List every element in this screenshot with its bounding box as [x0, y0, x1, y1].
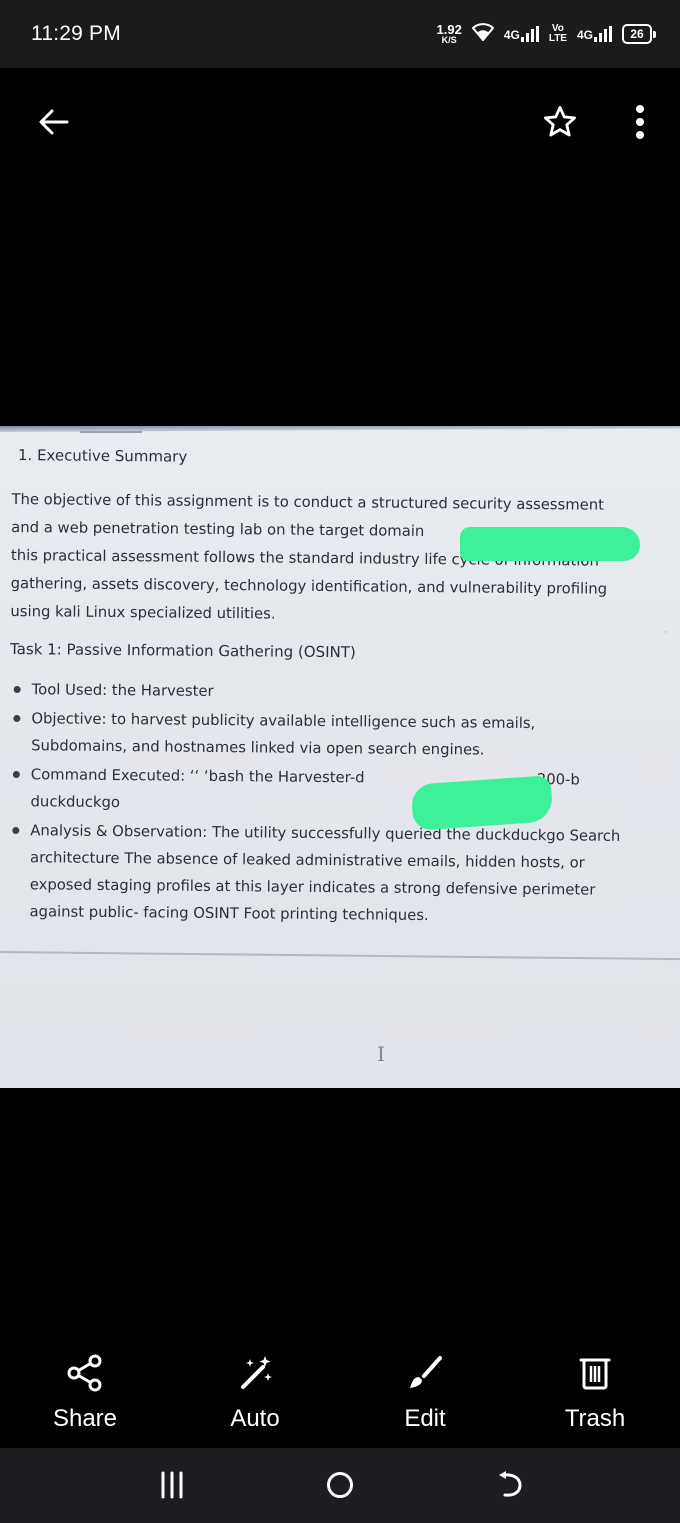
list-item: Tool Used: the Harvester — [10, 676, 660, 709]
status-icons: 1.92 K/S 4G Vo LTE 4G 26 — [437, 18, 656, 50]
volte-indicator: Vo LTE — [549, 24, 567, 44]
share-label: Share — [52, 1405, 118, 1432]
nav-back-button[interactable] — [480, 1462, 540, 1508]
back-button[interactable] — [30, 98, 78, 146]
status-time: 11:29 PM — [31, 22, 121, 45]
favorite-button[interactable] — [536, 98, 584, 146]
signal-bars-icon — [520, 26, 539, 42]
share-icon — [67, 1354, 102, 1392]
bullet-line: Command Executed: ‘‘ ‘bash the Harvester… — [30, 766, 365, 787]
status-bar: 11:29 PM 1.92 K/S 4G Vo LTE 4G 26 — [0, 0, 680, 68]
magic-wand-icon — [241, 1356, 272, 1389]
arrow-left-icon — [39, 109, 69, 135]
nav-back-icon — [499, 1471, 522, 1497]
edit-button[interactable]: Edit — [355, 1345, 495, 1433]
bullet-line: Tool Used: the Harvester — [31, 681, 214, 700]
list-item: Objective: to harvest publicity availabl… — [9, 705, 659, 765]
section-heading: 1. Executive Summary — [17, 446, 188, 466]
more-vertical-icon — [636, 105, 644, 139]
home-icon — [327, 1472, 353, 1498]
signal-1: 4G — [504, 26, 539, 42]
network-type-1: 4G — [503, 28, 520, 42]
window-bottom-edge — [0, 951, 680, 961]
redaction-mark — [460, 527, 640, 561]
auto-label: Auto — [230, 1405, 280, 1432]
document-content: 1. Executive Summary The objective of th… — [7, 446, 662, 933]
screen-speck: · — [664, 626, 668, 638]
battery-level: 26 — [630, 27, 644, 41]
more-options-button[interactable] — [616, 98, 664, 146]
text-cursor-icon: I — [377, 1042, 385, 1066]
recents-button[interactable] — [142, 1462, 202, 1508]
trash-button[interactable]: Trash — [525, 1345, 665, 1433]
trash-label: Trash — [564, 1405, 626, 1432]
network-type-2: 4G — [576, 28, 593, 42]
action-bar: Share Auto Edit Trash — [0, 1345, 680, 1445]
volte-bottom: LTE — [548, 33, 567, 44]
system-navigation-bar — [0, 1448, 680, 1523]
photo-view[interactable]: 1. Executive Summary The objective of th… — [0, 426, 680, 1088]
task-heading: Task 1: Passive Information Gathering (O… — [9, 639, 356, 662]
viewer-toolbar — [0, 68, 680, 178]
window-tab-line — [80, 431, 142, 433]
recents-icon — [161, 1471, 183, 1499]
network-speed: 1.92 K/S — [437, 23, 462, 45]
list-item: Analysis & Observation: The utility succ… — [7, 817, 658, 931]
battery-icon: 26 — [622, 24, 656, 44]
edit-label: Edit — [404, 1405, 446, 1432]
home-button[interactable] — [310, 1462, 370, 1508]
list-item: Command Executed: ‘‘ ‘bash the Harvester… — [8, 761, 658, 821]
signal-2: 4G — [577, 26, 612, 42]
network-speed-unit: K/S — [441, 35, 457, 45]
bullet-list: Tool Used: the Harvester Objective: to h… — [7, 676, 659, 931]
auto-enhance-button[interactable]: Auto — [185, 1345, 325, 1433]
brush-icon — [410, 1356, 442, 1388]
star-outline-icon — [544, 106, 576, 137]
wifi-icon — [471, 22, 495, 46]
bullet-line: Subdomains, and hostnames linked via ope… — [31, 737, 485, 759]
trash-icon — [579, 1358, 611, 1390]
signal-bars-icon — [594, 26, 612, 42]
share-button[interactable]: Share — [15, 1345, 155, 1433]
